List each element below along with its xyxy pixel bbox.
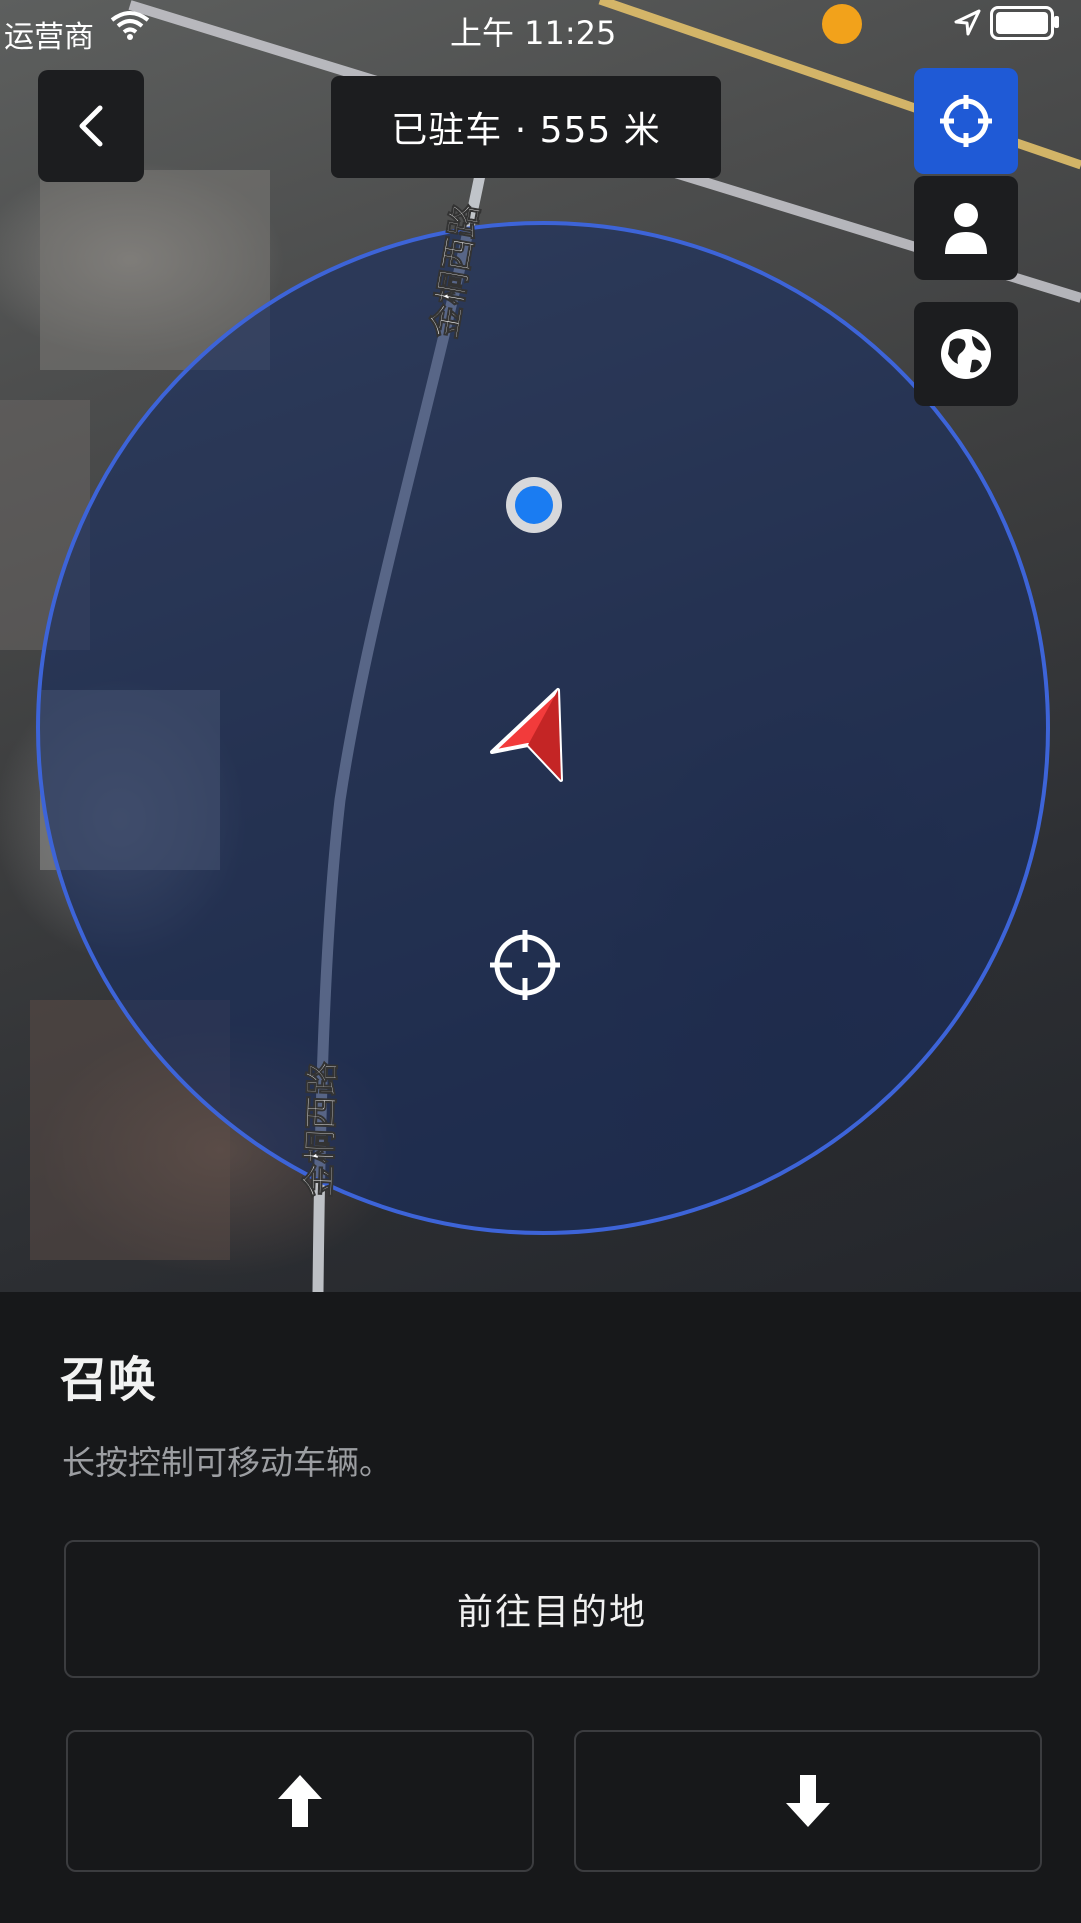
parking-status-text: 已驻车 · 555 米: [391, 110, 661, 151]
carrier-label: 运营商: [4, 20, 94, 55]
status-bar: 运营商 上午 11:25: [0, 0, 1081, 60]
person-view-button[interactable]: [914, 176, 1018, 280]
street-label: 金桐西路: [299, 1060, 343, 1199]
work-badge-icon: [822, 4, 862, 44]
back-button[interactable]: [38, 70, 144, 182]
arrow-down-icon: [786, 1775, 830, 1827]
move-forward-button[interactable]: [66, 1730, 534, 1872]
globe-icon: [941, 329, 991, 379]
panel-description: 长按控制可移动车辆。: [62, 1443, 392, 1482]
wifi-icon: [110, 10, 150, 48]
person-icon: [945, 203, 987, 254]
move-reverse-button[interactable]: [574, 1730, 1042, 1872]
battery-tip: [1054, 16, 1059, 28]
clock-label: 上午 11:25: [450, 14, 617, 52]
recenter-button[interactable]: [914, 68, 1018, 174]
panel-title: 召唤: [60, 1352, 157, 1408]
chevron-left-icon: [79, 105, 103, 147]
location-arrow-icon: [952, 8, 982, 46]
user-location-dot: [506, 477, 562, 533]
recenter-icon: [940, 95, 992, 147]
battery-icon: [990, 6, 1054, 40]
arrow-up-icon: [278, 1775, 322, 1827]
summon-panel: 召唤 长按控制可移动车辆。 前往目的地: [0, 1292, 1081, 1923]
destination-button-label: 前往目的地: [456, 1592, 647, 1633]
map-style-button[interactable]: [914, 302, 1018, 406]
parking-status-label: 已驻车 · 555 米: [331, 76, 721, 178]
go-to-destination-button[interactable]: 前往目的地: [64, 1540, 1040, 1678]
